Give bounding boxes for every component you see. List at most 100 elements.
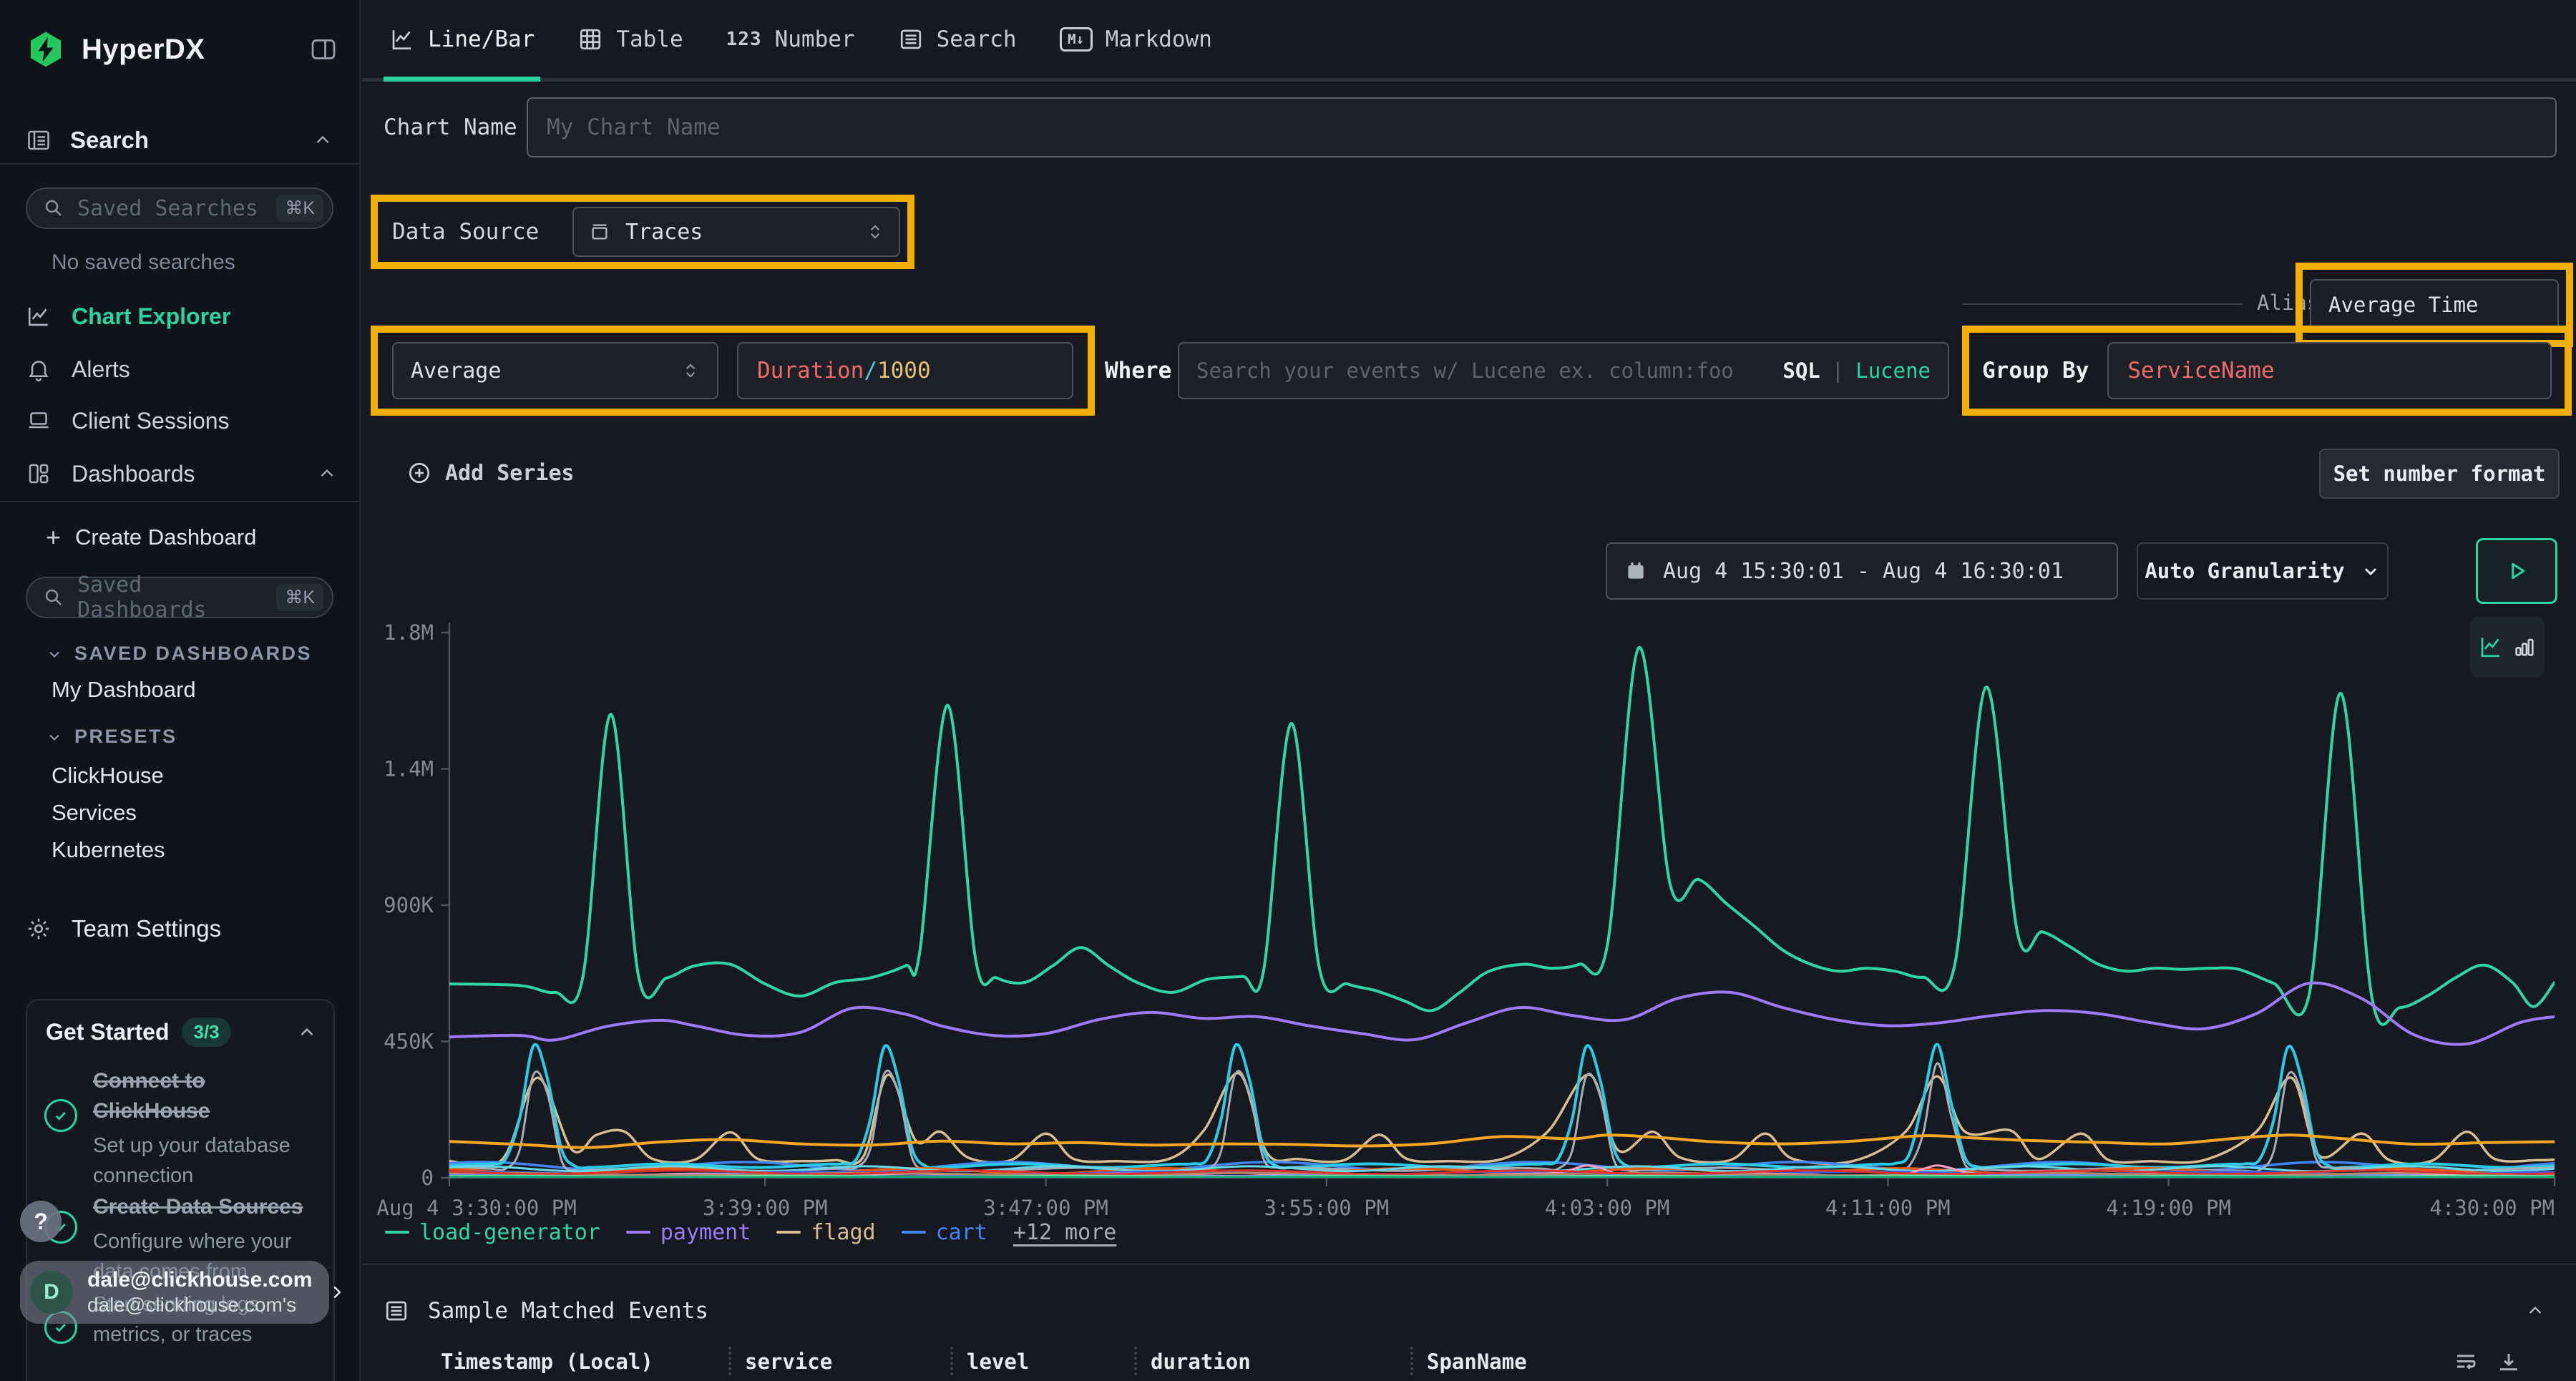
column-header-duration[interactable]: duration — [1151, 1350, 1251, 1374]
get-started-progress-badge: 3/3 — [182, 1018, 230, 1047]
play-icon — [2504, 558, 2529, 584]
legend-more-link[interactable]: +12 more — [1013, 1220, 1117, 1245]
number-123-icon: 123 — [726, 29, 762, 50]
svg-text:0: 0 — [421, 1166, 434, 1190]
divider — [0, 501, 359, 502]
timeseries-chart[interactable]: 0450K900K1.4M1.8MAug 4 3:30:00 PM3:39:00… — [362, 608, 2576, 1224]
legend-item[interactable]: load-generator — [385, 1220, 600, 1245]
column-header-service[interactable]: service — [745, 1350, 832, 1374]
column-separator[interactable] — [1134, 1347, 1137, 1375]
set-number-format-button[interactable]: Set number format — [2319, 449, 2560, 499]
step-title: Create Data Sources — [93, 1192, 321, 1222]
column-header-level[interactable]: level — [967, 1350, 1029, 1374]
tab-search[interactable]: Search — [892, 0, 1023, 78]
sql-mode-toggle[interactable]: SQL — [1782, 358, 1820, 383]
column-separator[interactable] — [1410, 1347, 1413, 1375]
tab-number[interactable]: 123 Number — [721, 0, 861, 78]
time-range-value: Aug 4 15:30:01 - Aug 4 16:30:01 — [1663, 559, 2064, 584]
calendar-icon — [1624, 560, 1647, 582]
chevron-up-icon[interactable] — [296, 1022, 318, 1043]
granularity-value: Auto Granularity — [2145, 559, 2344, 583]
saved-dashboards-group-header[interactable]: SAVED DASHBOARDS — [46, 643, 312, 665]
sidebar-item-services[interactable]: Services — [52, 800, 137, 826]
expression-constant: 1000 — [877, 358, 931, 384]
column-separator[interactable] — [950, 1347, 953, 1375]
select-updown-icon — [681, 361, 700, 380]
get-started-header[interactable]: Get Started 3/3 — [46, 1018, 318, 1047]
download-icon[interactable] — [2496, 1350, 2522, 1375]
wrap-text-icon[interactable] — [2453, 1350, 2479, 1375]
line-chart-icon — [389, 26, 415, 52]
run-query-button[interactable] — [2476, 538, 2557, 604]
chevron-up-icon[interactable] — [316, 463, 338, 484]
saved-dashboards-placeholder: Saved Dashboards — [77, 572, 263, 623]
data-source-value: Traces — [625, 220, 703, 245]
bell-icon — [26, 356, 52, 382]
legend-item[interactable]: flagd — [776, 1220, 875, 1245]
plus-circle-icon — [406, 460, 432, 486]
tab-table[interactable]: Table — [572, 0, 688, 78]
expression-field-name: Duration — [757, 358, 864, 384]
column-header-spanname[interactable]: SpanName — [1427, 1350, 1527, 1374]
get-started-title: Get Started — [46, 1019, 169, 1045]
time-range-picker[interactable]: Aug 4 15:30:01 - Aug 4 16:30:01 — [1606, 542, 2118, 600]
sidebar-item-client-sessions[interactable]: Client Sessions — [26, 402, 338, 439]
alias-input[interactable] — [2310, 279, 2559, 331]
step-description: Set up your database connection — [93, 1131, 321, 1191]
saved-searches-input[interactable]: Saved Searches ⌘K — [26, 187, 333, 229]
legend-item[interactable]: cart — [902, 1220, 987, 1245]
list-icon — [384, 1298, 409, 1324]
user-team: dale@clickhouse.com's — [87, 1293, 312, 1317]
sidebar-item-kubernetes[interactable]: Kubernetes — [52, 837, 165, 863]
presets-group-header[interactable]: PRESETS — [46, 726, 177, 748]
shortcut-badge: ⌘K — [276, 584, 323, 611]
legend-item[interactable]: payment — [626, 1220, 751, 1245]
divider — [362, 1264, 2576, 1265]
where-search-input[interactable]: SQL | Lucene — [1178, 342, 1949, 399]
sidebar-item-my-dashboard[interactable]: My Dashboard — [52, 677, 196, 703]
help-button[interactable]: ? — [20, 1201, 62, 1242]
lucene-mode-toggle[interactable]: Lucene — [1855, 358, 1931, 383]
sidebar-item-team-settings[interactable]: Team Settings — [26, 910, 338, 947]
sidebar-item-alerts[interactable]: Alerts — [26, 351, 338, 388]
sidebar-item-clickhouse[interactable]: ClickHouse — [52, 763, 164, 789]
sample-matched-events-header[interactable]: Sample Matched Events — [384, 1288, 2546, 1334]
events-title: Sample Matched Events — [428, 1298, 708, 1324]
svg-text:4:11:00 PM: 4:11:00 PM — [1825, 1196, 1951, 1220]
database-icon — [588, 220, 611, 243]
create-dashboard-button[interactable]: + Create Dashboard — [46, 519, 256, 555]
sidebar-item-chart-explorer[interactable]: Chart Explorer — [26, 298, 338, 335]
column-header-timestamp[interactable]: Timestamp (Local) — [441, 1350, 653, 1374]
group-by-input[interactable] — [2107, 342, 2552, 399]
svg-text:4:03:00 PM: 4:03:00 PM — [1545, 1196, 1670, 1220]
chart-name-input[interactable] — [527, 97, 2557, 157]
chart-line-icon — [26, 303, 52, 329]
user-account-chip[interactable]: D dale@clickhouse.com dale@clickhouse.co… — [20, 1261, 329, 1324]
saved-dashboards-input[interactable]: Saved Dashboards ⌘K — [26, 577, 333, 618]
column-separator[interactable] — [728, 1347, 731, 1375]
sidebar-section-search[interactable]: Search — [26, 120, 333, 160]
main-content: Line/Bar Table 123 Number Search Markdow… — [362, 0, 2576, 1381]
aggregation-expression-field[interactable]: Duration/1000 — [737, 342, 1073, 399]
chart-name-label: Chart Name — [384, 114, 527, 140]
toggle-divider: | — [1832, 358, 1844, 383]
get-started-step-connect[interactable]: Connect to ClickHouse Set up your databa… — [44, 1066, 321, 1191]
data-source-select[interactable]: Traces — [572, 207, 900, 257]
tab-line-bar[interactable]: Line/Bar — [384, 0, 540, 78]
logo-row: HyperDX — [26, 24, 338, 74]
tab-markdown[interactable]: Markdown — [1054, 0, 1218, 78]
select-updown-icon — [866, 223, 884, 241]
chart-type-tabbar: Line/Bar Table 123 Number Search Markdow… — [362, 0, 2576, 82]
collapse-sidebar-icon[interactable] — [309, 35, 338, 64]
add-series-button[interactable]: Add Series — [406, 452, 575, 494]
granularity-select[interactable]: Auto Granularity — [2137, 542, 2389, 600]
chevron-right-icon — [326, 1282, 348, 1303]
chevron-up-icon[interactable] — [2524, 1300, 2546, 1322]
aggregation-select[interactable]: Average — [392, 342, 718, 399]
plus-icon: + — [46, 524, 61, 550]
data-source-label: Data Source — [392, 219, 539, 245]
sidebar-item-dashboards[interactable]: Dashboards — [26, 455, 338, 492]
chevron-up-icon[interactable] — [312, 130, 333, 151]
where-query-field[interactable] — [1196, 358, 1771, 383]
brand-title: HyperDX — [82, 34, 205, 66]
